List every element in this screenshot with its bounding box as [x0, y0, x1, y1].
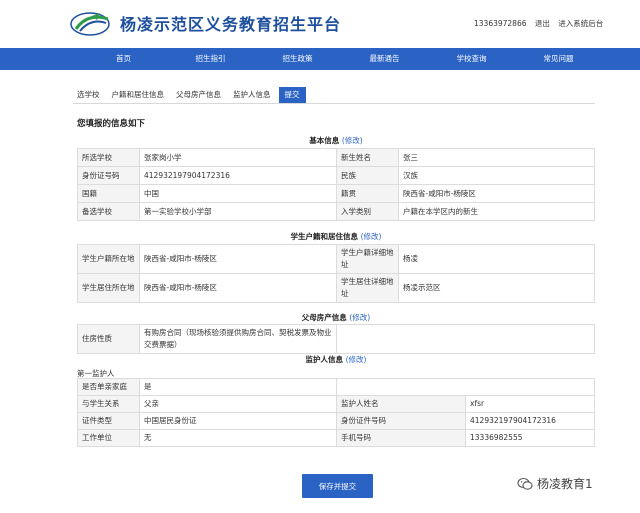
nav-item-notice[interactable]: 最新通告 — [341, 48, 428, 70]
field-label: 与学生关系 — [77, 395, 140, 413]
user-phone: 13363972866 — [474, 19, 527, 28]
section-title-property: 父母房产信息 (修改) — [77, 312, 595, 323]
save-and-submit-button[interactable]: 保存并提交 — [302, 474, 373, 498]
field-label: 学生居住所在地 — [77, 273, 140, 303]
field-label: 手机号码 — [336, 429, 466, 447]
site-header: 杨凌示范区义务教育招生平台 13363972866 退出 进入系统后台 — [0, 0, 640, 48]
table-row: 学生居住所在地 陕西省-咸阳市-杨陵区 学生居住详细地址 杨凌示范区 — [77, 273, 595, 303]
admin-link[interactable]: 进入系统后台 — [558, 19, 603, 28]
nav-item-policy[interactable]: 招生政策 — [254, 48, 341, 70]
tab-property[interactable]: 父母房产信息 — [172, 87, 225, 103]
tab-guardian[interactable]: 监护人信息 — [229, 87, 275, 103]
field-label: 学生居住详细地址 — [336, 273, 399, 303]
field-value: 陕西省-咸阳市-杨陵区 — [139, 273, 337, 303]
field-value: 杨凌 — [398, 244, 595, 274]
tab-divider — [73, 103, 595, 104]
field-value: 中国 — [139, 184, 337, 203]
field-value: 无 — [139, 429, 337, 447]
field-label: 籍贯 — [336, 184, 399, 203]
field-label: 备选学校 — [77, 202, 140, 221]
field-label: 身份证件号码 — [336, 412, 466, 430]
table-row: 是否单亲家庭 是 — [77, 378, 595, 396]
field-label: 证件类型 — [77, 412, 140, 430]
basic-info-table: 所选学校 张家岗小学 新生姓名 张三 身份证号码 412932197904172… — [77, 148, 595, 221]
property-info-table: 住房性质 有购房合同（现场核验须提供购房合同、契税发票及物业交费票据） — [77, 324, 595, 354]
wechat-icon — [517, 477, 533, 490]
tab-choose-school[interactable]: 选学校 — [73, 87, 104, 103]
field-value: 杨凌示范区 — [398, 273, 595, 303]
field-label: 民族 — [336, 166, 399, 185]
table-row: 学生户籍所在地 陕西省-咸阳市-杨陵区 学生户籍详细地址 杨凌 — [77, 244, 595, 274]
edit-property-link[interactable]: (修改) — [349, 313, 370, 322]
nav-item-school-search[interactable]: 学校查询 — [428, 48, 515, 70]
field-value: 陕西省-咸阳市-杨陵区 — [139, 244, 337, 274]
field-value: 陕西省-咸阳市-杨陵区 — [398, 184, 595, 203]
watermark-text: 杨凌教育1 — [537, 477, 593, 491]
field-label: 工作单位 — [77, 429, 140, 447]
table-row: 备选学校 第一实验学校小学部 入学类别 户籍在本学区内的新生 — [77, 202, 595, 221]
section-title-residence: 学生户籍和居住信息 (修改) — [77, 231, 595, 242]
table-row: 与学生关系 父亲 监护人姓名 xfsr — [77, 395, 595, 413]
section-guardian-label: 监护人信息 — [305, 355, 344, 364]
wechat-watermark: 杨凌教育1 — [517, 475, 593, 492]
field-label: 身份证号码 — [77, 166, 140, 185]
field-value: 张家岗小学 — [139, 148, 337, 167]
field-value: 13336982555 — [465, 429, 595, 447]
empty-cell — [336, 324, 595, 354]
field-label: 新生姓名 — [336, 148, 399, 167]
empty-cell — [336, 378, 595, 396]
field-label: 国籍 — [77, 184, 140, 203]
section-title-guardian: 监护人信息 (修改) — [77, 354, 595, 365]
summary-heading: 您填报的信息如下 — [77, 119, 146, 129]
table-row: 国籍 中国 籍贯 陕西省-咸阳市-杨陵区 — [77, 184, 595, 203]
field-value: xfsr — [465, 395, 595, 413]
logout-link[interactable]: 退出 — [535, 19, 550, 28]
section-title-basic: 基本信息 (修改) — [77, 135, 595, 146]
edit-guardian-link[interactable]: (修改) — [346, 355, 367, 364]
section-basic-label: 基本信息 — [309, 136, 340, 145]
field-value: 有购房合同（现场核验须提供购房合同、契税发票及物业交费票据） — [139, 324, 337, 354]
field-label: 是否单亲家庭 — [77, 378, 140, 396]
field-value: 第一实验学校小学部 — [139, 202, 337, 221]
field-value: 中国居民身份证 — [139, 412, 337, 430]
field-label: 监护人姓名 — [336, 395, 466, 413]
tab-submit[interactable]: 提交 — [278, 87, 306, 103]
field-label: 入学类别 — [336, 202, 399, 221]
field-value: 父亲 — [139, 395, 337, 413]
nav-item-faq[interactable]: 常见问题 — [515, 48, 602, 70]
user-links: 13363972866 退出 进入系统后台 — [474, 18, 609, 29]
table-row: 住房性质 有购房合同（现场核验须提供购房合同、契税发票及物业交费票据） — [77, 324, 595, 354]
field-value: 汉族 — [398, 166, 595, 185]
guardian-info-table: 是否单亲家庭 是 与学生关系 父亲 监护人姓名 xfsr 证件类型 中国居民身份… — [77, 378, 595, 447]
field-value: 412932197904172316 — [465, 412, 595, 430]
platform-logo — [70, 12, 110, 36]
table-row: 工作单位 无 手机号码 13336982555 — [77, 429, 595, 447]
site-title: 杨凌示范区义务教育招生平台 — [120, 15, 342, 34]
field-label: 所选学校 — [77, 148, 140, 167]
nav-item-home[interactable]: 首页 — [80, 48, 167, 70]
field-value: 是 — [139, 378, 337, 396]
section-property-label: 父母房产信息 — [301, 313, 347, 322]
table-row: 所选学校 张家岗小学 新生姓名 张三 — [77, 148, 595, 167]
step-tabs: 选学校 户籍和居住信息 父母房产信息 监护人信息 提交 — [73, 86, 310, 104]
main-nav: 首页 招生指引 招生政策 最新通告 学校查询 常见问题 — [0, 48, 640, 70]
residence-info-table: 学生户籍所在地 陕西省-咸阳市-杨陵区 学生户籍详细地址 杨凌 学生居住所在地 … — [77, 244, 595, 303]
field-value: 412932197904172316 — [139, 166, 337, 185]
nav-item-guide[interactable]: 招生指引 — [167, 48, 254, 70]
field-label: 住房性质 — [77, 324, 140, 354]
field-value: 户籍在本学区内的新生 — [398, 202, 595, 221]
field-value: 张三 — [398, 148, 595, 167]
edit-residence-link[interactable]: (修改) — [361, 232, 382, 241]
tab-residence[interactable]: 户籍和居住信息 — [108, 87, 169, 103]
table-row: 身份证号码 412932197904172316 民族 汉族 — [77, 166, 595, 185]
field-label: 学生户籍所在地 — [77, 244, 140, 274]
edit-basic-link[interactable]: (修改) — [342, 136, 363, 145]
table-row: 证件类型 中国居民身份证 身份证件号码 412932197904172316 — [77, 412, 595, 430]
field-label: 学生户籍详细地址 — [336, 244, 399, 274]
section-residence-label: 学生户籍和居住信息 — [290, 232, 359, 241]
